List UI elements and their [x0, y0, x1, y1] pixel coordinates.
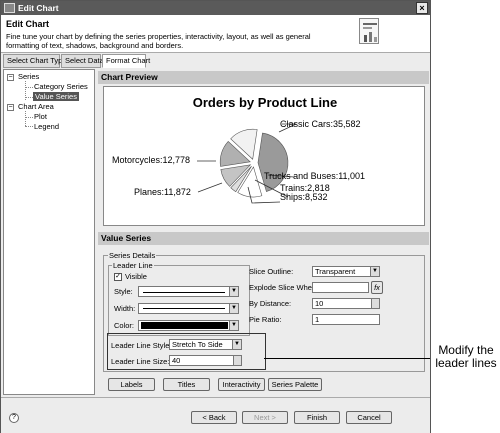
width-label: Width: [114, 304, 136, 313]
leader-lines-highlight [107, 333, 266, 370]
callout-line [264, 358, 430, 359]
interactivity-button[interactable]: Interactivity [218, 378, 265, 391]
label-motorcycles: Motorcycles:12,778 [112, 155, 190, 165]
title-bar: Edit Chart × [1, 1, 430, 15]
tree-item-legend[interactable]: Legend [34, 122, 59, 131]
series-details-label: Series Details [108, 251, 157, 260]
tree-item-plot[interactable]: Plot [34, 112, 47, 121]
chevron-down-icon: ▼ [229, 287, 238, 296]
tab-select-data[interactable]: Select Data [61, 54, 104, 68]
finish-button[interactable]: Finish [294, 411, 340, 424]
label-planes: Planes:11,872 [134, 187, 191, 197]
slice-outline-label: Slice Outline: [249, 267, 294, 276]
collapse-chart-area-toggle[interactable]: − [7, 104, 14, 111]
color-label: Color: [114, 321, 135, 330]
chart-preview-header: Chart Preview [98, 71, 429, 84]
style-label: Style: [114, 287, 133, 296]
chart-title: Orders by Product Line [193, 95, 337, 110]
slice-outline-dropdown[interactable]: Transparent ▼ [312, 266, 380, 277]
dialog-footer: ? < Back Next > Finish Cancel [1, 397, 430, 433]
pie-ratio-label: Pie Ratio: [249, 315, 282, 324]
app-icon [4, 3, 15, 13]
header-title: Edit Chart [6, 19, 50, 29]
titles-button[interactable]: Titles [163, 378, 210, 391]
by-distance-label: By Distance: [249, 299, 292, 308]
value-series-header: Value Series [98, 232, 429, 245]
series-palette-button[interactable]: Series Palette [268, 378, 322, 391]
color-dropdown[interactable]: ▼ [138, 320, 239, 331]
tab-format-chart[interactable]: Format Chart [102, 54, 150, 68]
callout-text: Modify the leader lines [435, 343, 497, 370]
fx-button[interactable]: fx [371, 281, 383, 294]
collapse-series-toggle[interactable]: − [7, 74, 14, 81]
explode-slice-label: Explode Slice When: [249, 283, 319, 292]
spinner-arrows-icon[interactable] [371, 299, 379, 308]
label-trucks: Trucks and Buses:11,001 [264, 171, 365, 181]
chevron-down-icon: ▼ [229, 321, 238, 330]
slice-outline-value: Transparent [315, 267, 356, 276]
close-button[interactable]: × [416, 2, 428, 14]
format-tree: − Series Category Series Value Series − … [3, 69, 95, 395]
help-icon[interactable]: ? [9, 413, 19, 423]
header-description: Fine tune your chart by defining the ser… [6, 32, 311, 50]
visible-label: Visible [125, 272, 147, 281]
pie-chart: Orders by Product Line Classic Cars:35,5… [112, 95, 365, 204]
tab-select-chart-type[interactable]: Select Chart Type [3, 54, 66, 68]
leader-line-label: Leader Line [112, 261, 154, 270]
by-distance-value: 10 [315, 299, 324, 308]
chevron-down-icon: ▼ [370, 267, 379, 276]
tree-item-series[interactable]: Series [18, 72, 39, 81]
tree-item-category-series[interactable]: Category Series [34, 82, 88, 91]
label-classic-cars: Classic Cars:35,582 [280, 119, 361, 129]
chart-preview: Orders by Product Line Classic Cars:35,5… [103, 86, 425, 226]
explode-slice-input[interactable] [312, 282, 369, 293]
cancel-button[interactable]: Cancel [346, 411, 392, 424]
tree-item-chart-area[interactable]: Chart Area [18, 102, 54, 111]
by-distance-spinner[interactable]: 10 [312, 298, 380, 309]
next-button[interactable]: Next > [242, 411, 288, 424]
tree-item-value-series[interactable]: Value Series [33, 92, 79, 101]
visible-checkbox[interactable]: ✓ [114, 273, 122, 281]
back-button[interactable]: < Back [191, 411, 237, 424]
style-dropdown[interactable]: ▼ [138, 286, 239, 297]
labels-button[interactable]: Labels [108, 378, 155, 391]
pie-ratio-value: 1 [315, 315, 320, 324]
chevron-down-icon: ▼ [229, 304, 238, 313]
pie-ratio-input[interactable]: 1 [312, 314, 380, 325]
chart-doc-icon [359, 18, 379, 44]
label-ships: Ships:8,532 [280, 192, 328, 202]
dialog-header: Edit Chart Fine tune your chart by defin… [1, 15, 430, 53]
width-dropdown[interactable]: ▼ [138, 303, 239, 314]
window-title: Edit Chart [18, 3, 59, 13]
